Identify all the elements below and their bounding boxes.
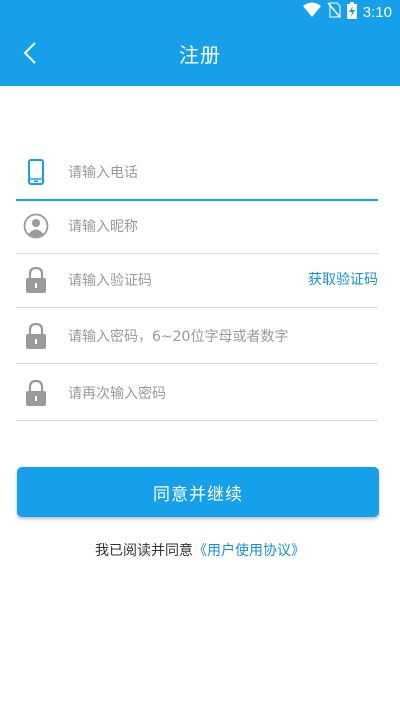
- agree-continue-button[interactable]: 同意并继续: [17, 467, 379, 517]
- lock-icon: [22, 379, 50, 407]
- nav-bar: 注册: [0, 24, 400, 86]
- nickname-row: [16, 199, 378, 254]
- no-sim-icon: [327, 2, 341, 22]
- lock-icon: [22, 322, 50, 350]
- back-button[interactable]: [12, 37, 48, 73]
- chevron-left-icon: [23, 41, 37, 69]
- user-agreement-link[interactable]: 《用户使用协议》: [193, 543, 305, 559]
- status-bar: 3:10: [0, 0, 400, 24]
- confirm-password-input[interactable]: [66, 376, 300, 412]
- lock-icon: [22, 266, 50, 294]
- phone-icon: [22, 158, 50, 186]
- battery-charging-icon: [346, 1, 357, 23]
- status-icons: 3:10: [302, 0, 392, 24]
- code-row: 获取验证码: [16, 253, 378, 308]
- phone-row: [16, 145, 378, 201]
- password-row: [16, 309, 378, 364]
- page-title: 注册: [179, 43, 221, 67]
- code-input[interactable]: [66, 263, 300, 299]
- password-input[interactable]: [66, 319, 375, 355]
- get-code-button[interactable]: 获取验证码: [308, 253, 378, 307]
- nickname-input[interactable]: [66, 209, 300, 245]
- status-time: 3:10: [362, 3, 392, 21]
- agreement-text: 我已阅读并同意《用户使用协议》: [0, 540, 400, 560]
- phone-input[interactable]: [66, 155, 300, 191]
- wifi-icon: [302, 2, 321, 22]
- agreement-prefix: 我已阅读并同意: [95, 543, 193, 559]
- confirm-password-row: [16, 366, 378, 421]
- user-avatar-icon: [22, 212, 50, 240]
